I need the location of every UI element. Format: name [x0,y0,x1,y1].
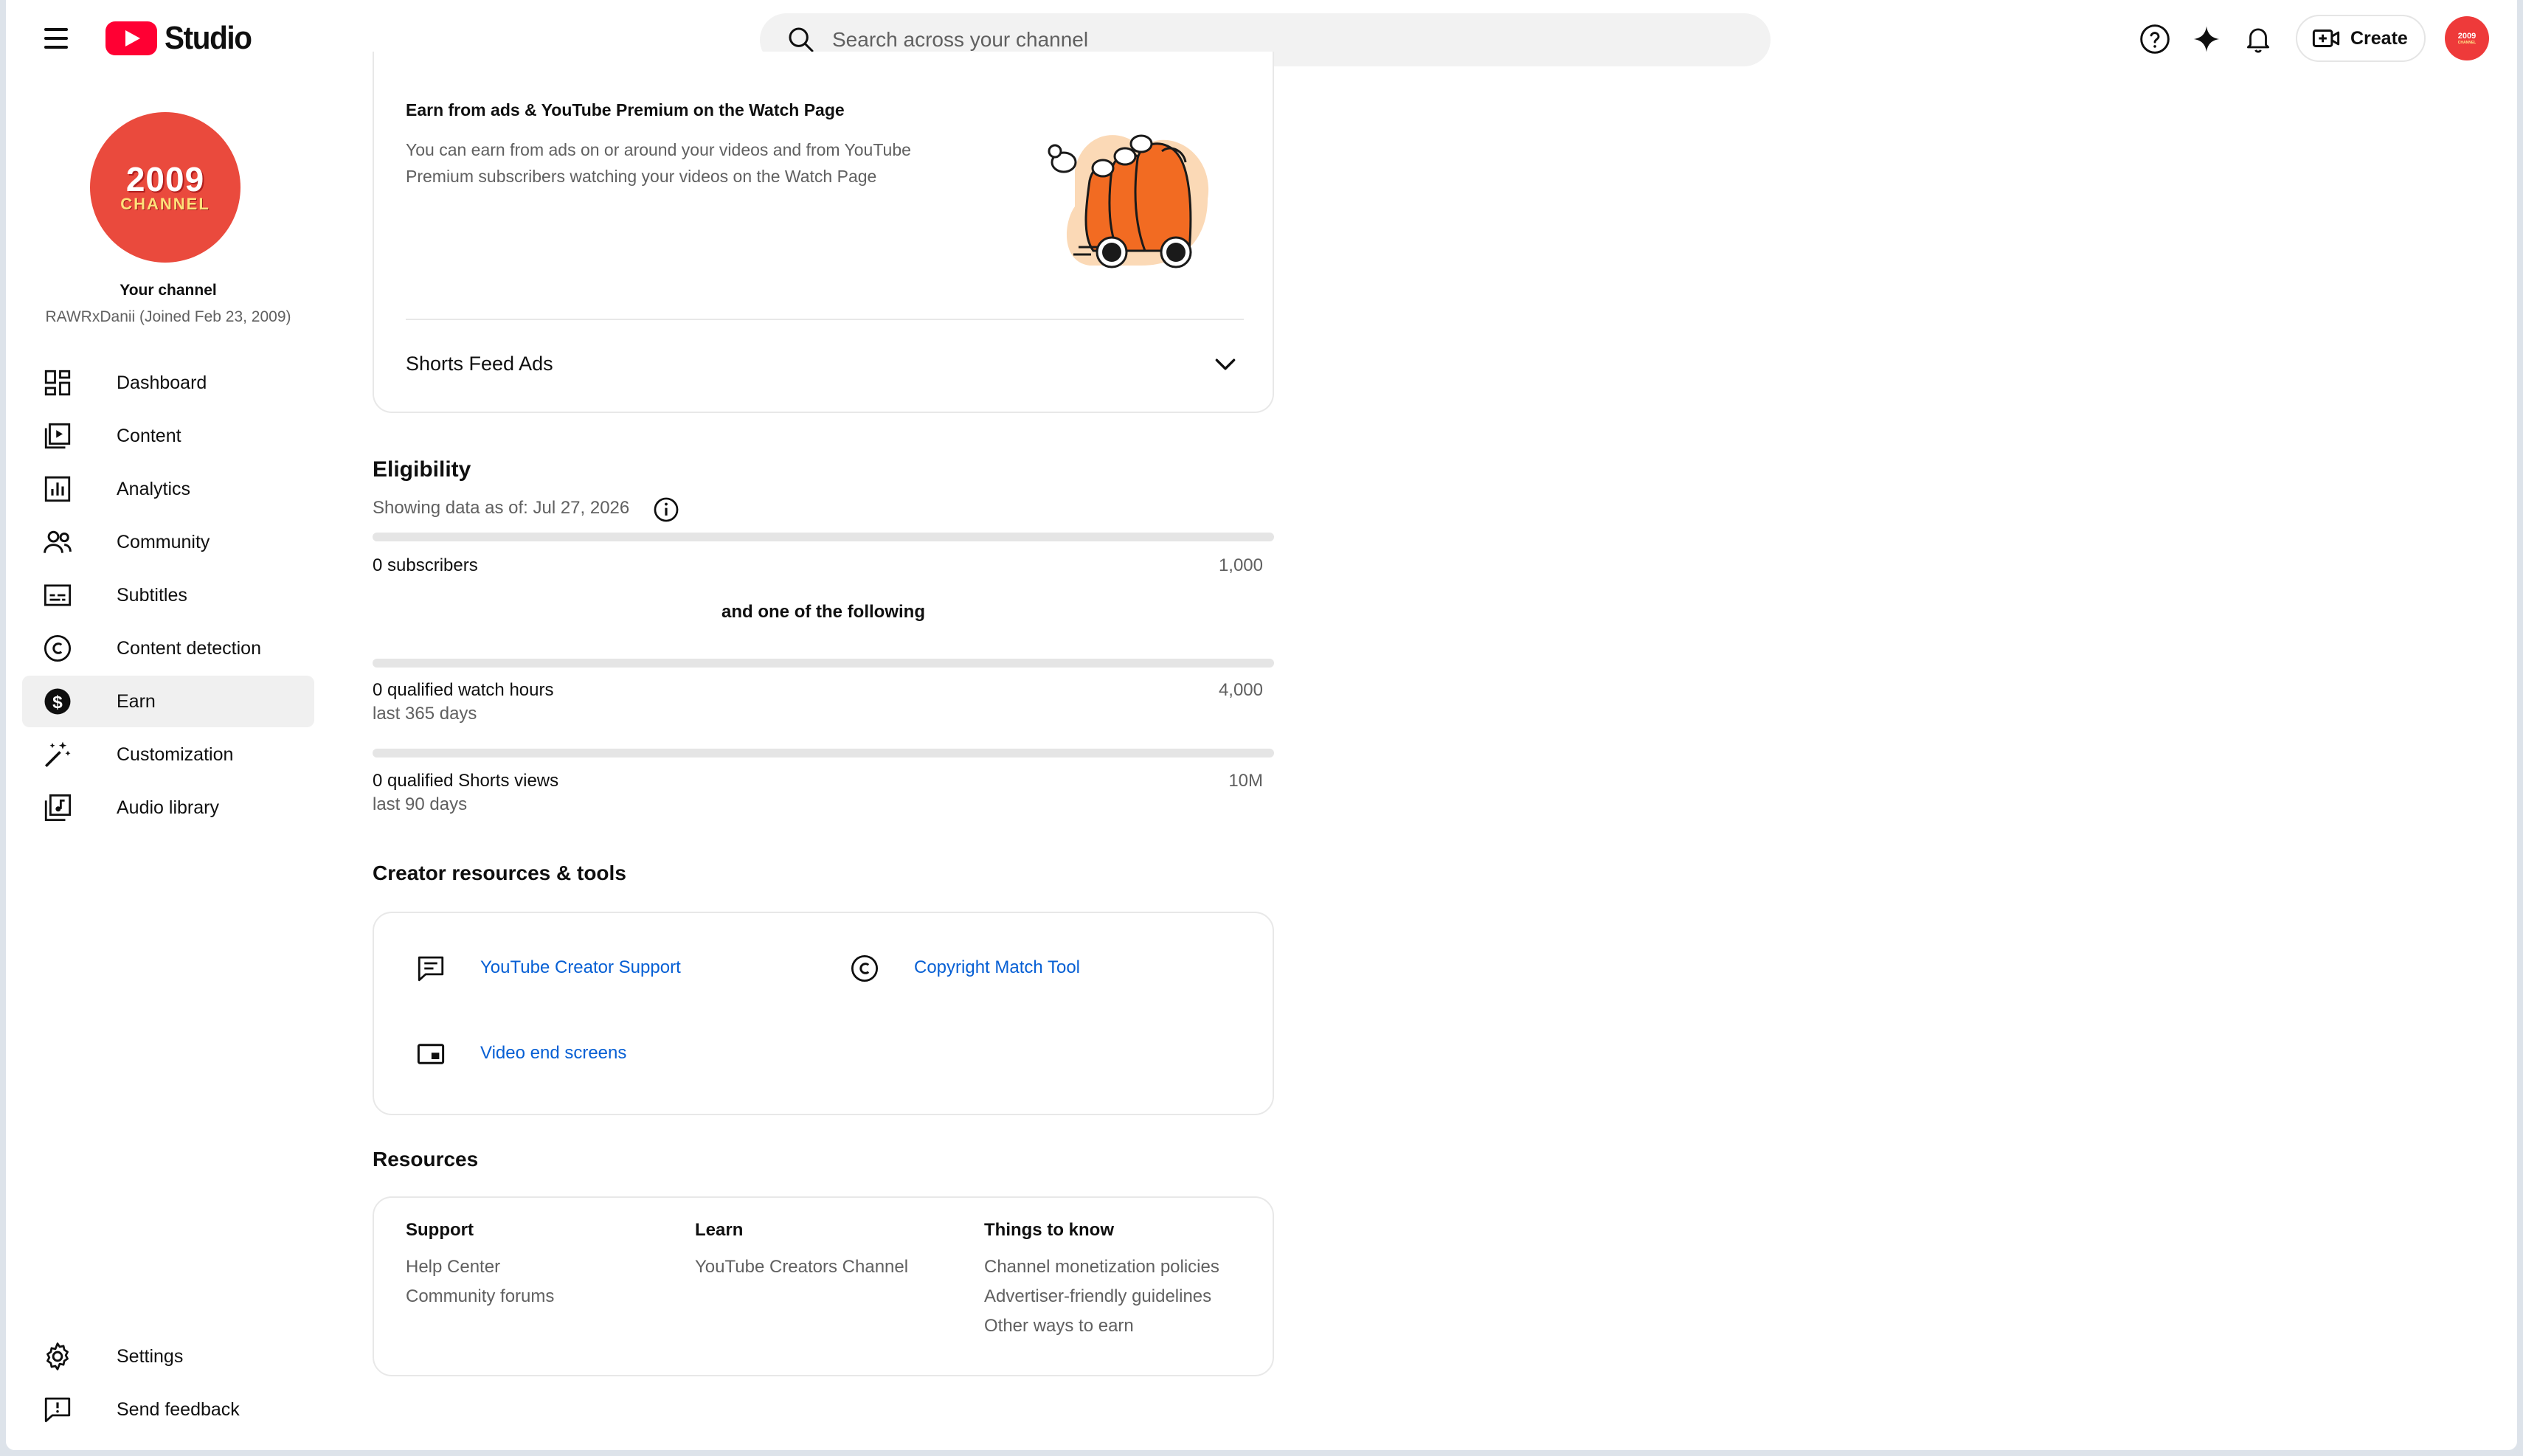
logo-text: Studio [165,20,252,56]
community-icon [40,524,75,560]
youtube-logo-icon [105,21,157,55]
left-sidebar: 2009 CHANNEL Your channel RAWRxDanii (Jo… [6,77,330,1450]
account-avatar[interactable]: 2009 CHANNEL [2445,16,2489,60]
creator-support-link[interactable]: YouTube Creator Support [480,957,681,978]
sidebar-item-label: Earn [117,690,156,712]
watch-hours-progress-bar [373,659,1274,668]
feedback-icon [40,1392,75,1427]
notifications-button[interactable] [2240,21,2277,58]
resources-heading: Resources [373,1148,479,1171]
sidebar-item-community[interactable]: Community [22,516,314,568]
shorts-views-progress-bar [373,749,1274,758]
sidebar-item-content-detection[interactable]: Content detection [22,623,314,674]
shorts-views-count: 0 qualified Shorts views [373,771,559,791]
subtitles-icon [40,578,75,613]
shorts-views-period: last 90 days [373,794,468,814]
creators-channel-link[interactable]: YouTube Creators Channel [695,1257,908,1278]
watch-page-description-line1: You can earn from ads on or around your … [406,140,911,159]
eligibility-connector: and one of the following [721,602,925,622]
video-end-screens-link[interactable]: Video end screens [480,1043,626,1064]
sidebar-item-content[interactable]: Content [22,410,314,462]
svg-text:$: $ [52,693,63,713]
copyright-match-tool-link[interactable]: Copyright Match Tool [914,957,1080,978]
search-input[interactable] [832,28,1644,52]
ad-cart-illustration [1031,111,1230,288]
audio-library-icon [40,790,75,825]
watch-page-card: Earn from ads & YouTube Premium on the W… [373,52,1274,413]
watch-page-title: Earn from ads & YouTube Premium on the W… [406,100,845,119]
sidebar-item-audio-library[interactable]: Audio library [22,782,314,833]
sidebar-item-settings[interactable]: Settings [22,1331,314,1382]
menu-button[interactable] [40,22,75,55]
sidebar-item-customization[interactable]: Customization [22,729,314,780]
dollar-icon: $ [40,684,75,719]
watch-hours-target: 4,000 [1218,680,1263,700]
watch-hours-period: last 365 days [373,704,477,724]
sidebar-item-label: Settings [117,1345,184,1367]
sidebar-item-label: Subtitles [117,584,187,606]
copyright-icon [849,953,880,984]
resources-column-title: Learn [695,1220,744,1240]
sidebar-item-label: Analytics [117,478,191,499]
info-icon[interactable] [652,496,680,524]
advertiser-guidelines-link[interactable]: Advertiser-friendly guidelines [984,1286,1211,1307]
sparkle-icon [2193,26,2220,52]
sidebar-item-label: Content detection [117,637,261,659]
creator-tools-heading: Creator resources & tools [373,862,626,884]
sidebar-item-label: Send feedback [117,1398,240,1420]
sidebar-item-label: Customization [117,743,234,765]
video-add-icon [2312,30,2340,47]
watch-page-description-line2: Premium subscribers watching your videos… [406,167,877,186]
sidebar-item-label: Community [117,531,210,552]
help-icon [2140,24,2170,54]
channel-avatar[interactable]: 2009 CHANNEL [90,112,240,263]
sidebar-item-subtitles[interactable]: Subtitles [22,569,314,621]
chevron-down-icon[interactable] [1211,350,1240,379]
menu-icon [44,28,68,31]
shorts-feed-ads-label: Shorts Feed Ads [406,353,553,375]
help-center-link[interactable]: Help Center [406,1257,500,1278]
analytics-icon [40,471,75,507]
studio-window: Studio Create 2009 CHANNEL 2009 [6,0,2517,1450]
community-forums-link[interactable]: Community forums [406,1286,554,1307]
sidebar-item-label: Audio library [117,797,219,818]
sidebar-item-send-feedback[interactable]: Send feedback [22,1384,314,1435]
create-button[interactable]: Create [2296,15,2426,62]
sidebar-item-label: Dashboard [117,372,207,393]
sidebar-item-earn[interactable]: $ Earn [22,676,314,727]
creator-tools-card: YouTube Creator Support Copyright Match … [373,912,1274,1115]
other-ways-to-earn-link[interactable]: Other ways to earn [984,1316,1134,1337]
copyright-icon [40,631,75,666]
watch-hours-count: 0 qualified watch hours [373,680,554,700]
magic-wand-icon [40,737,75,772]
resources-card: Support Help Center Community forums Lea… [373,1196,1274,1376]
help-button[interactable] [2136,21,2173,58]
dashboard-icon [40,365,75,401]
subscribers-progress-bar [373,533,1274,541]
bell-icon [2246,28,2270,53]
eligibility-as-of: Showing data as of: Jul 27, 2026 [373,498,630,518]
shorts-feed-ads-row[interactable]: Shorts Feed Ads [374,320,1273,409]
sidebar-item-label: Content [117,425,181,446]
monetization-policies-link[interactable]: Channel monetization policies [984,1257,1219,1278]
subscribers-count: 0 subscribers [373,555,478,575]
resources-column-title: Things to know [984,1220,1114,1240]
subscribers-target: 1,000 [1218,555,1263,575]
studio-logo[interactable]: Studio [105,18,259,59]
end-screen-icon [415,1039,446,1070]
channel-title: Your channel [120,282,217,299]
channel-subtitle: RAWRxDanii (Joined Feb 23, 2009) [45,308,291,325]
create-label: Create [2350,27,2408,49]
gear-icon [40,1339,75,1374]
resources-column-title: Support [406,1220,474,1240]
feedback-icon [415,953,446,984]
eligibility-heading: Eligibility [373,457,471,482]
content-icon [40,418,75,454]
sidebar-item-analytics[interactable]: Analytics [22,463,314,515]
shorts-views-target: 10M [1228,771,1263,791]
sidebar-item-dashboard[interactable]: Dashboard [22,357,314,409]
ai-spark-button[interactable] [2188,21,2225,58]
